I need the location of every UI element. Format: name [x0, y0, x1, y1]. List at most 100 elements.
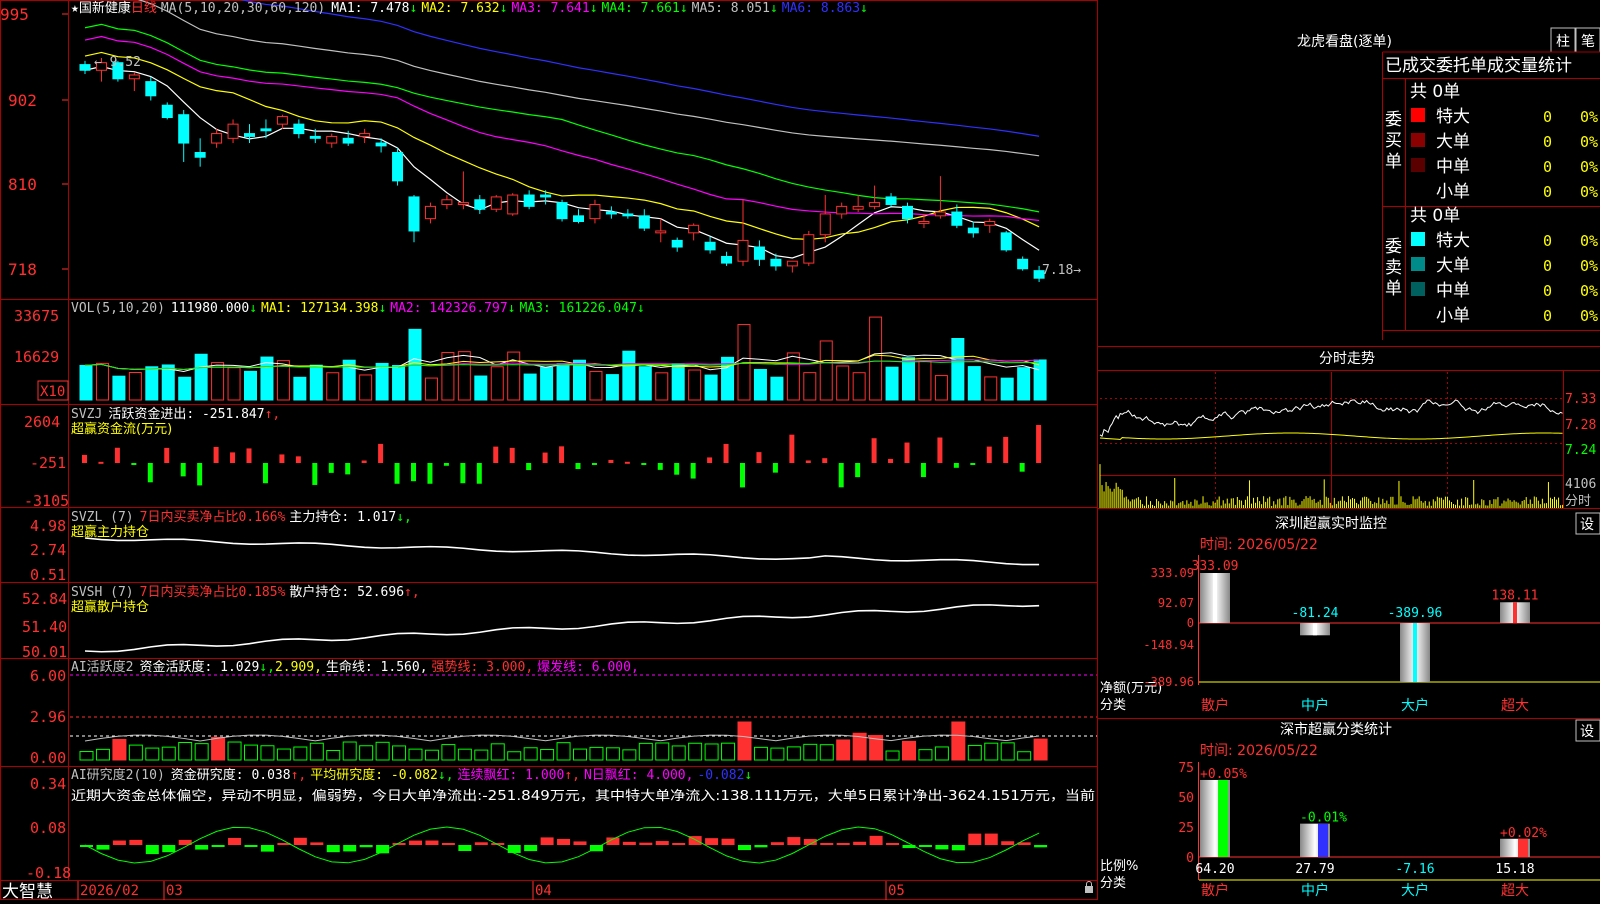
svzl-series [84, 537, 1040, 566]
ai-active-bar [951, 721, 966, 761]
dragon-tiger-panel[interactable]: 龙虎看盘(逐单) 柱 笔 已成交委托单成交量统计 委 买 单 共 0单 委 卖 … [1297, 27, 1600, 340]
svzl-y-tick: 2.74 [30, 541, 66, 559]
volume-bar [902, 357, 915, 401]
ai-research-bar [326, 845, 340, 853]
volume-bar [326, 372, 340, 401]
kline-pane[interactable]: 995 902 810 718 ← 9.52 7.18→ ★国新健康日线 MA(5… [0, 0, 1081, 282]
ai-research-bar [524, 845, 538, 852]
volume-bar [408, 328, 422, 401]
ai-active-bar [737, 721, 752, 761]
svzj-bar [723, 443, 729, 463]
candle-body [194, 152, 206, 158]
candle-body [573, 215, 584, 222]
ai-active-bar [622, 749, 637, 761]
tab-bar-label: 柱 [1556, 34, 1570, 50]
ai-active-pane[interactable]: 6.00 2.96 0.00 AI活跃度2 资金活跃度: 1.029↓,2.909… [30, 659, 1097, 767]
ai-research-bar [984, 833, 998, 845]
candle-body [902, 205, 913, 220]
ai-research-bar [935, 845, 949, 850]
candle-body [671, 239, 683, 248]
volume-bar [211, 362, 225, 401]
brand-logo: 大智慧 [2, 882, 53, 900]
ai-active-bar [671, 745, 686, 761]
svzj-bar [920, 463, 926, 478]
svzj-bar [213, 446, 219, 463]
svzl-pane[interactable]: 4.98 2.74 0.51 SVZL (7) 7日内买卖净占比0.166% 主力持… [30, 509, 1040, 584]
candle-body [803, 234, 815, 264]
candle-body [507, 194, 519, 215]
volume-pane[interactable]: 33675 16629 X10 VOL(5,10,20) 111980.000↓ M… [14, 301, 1047, 401]
svzj-bar [114, 447, 120, 463]
candle [852, 195, 864, 213]
ai-research-bar [458, 845, 472, 851]
ai-active-bar [145, 747, 160, 761]
intraday-vol-tick: 4106 [1565, 477, 1596, 492]
ai-active-bar [211, 736, 226, 761]
ai-research-metric3: 连续飘红: 1.000 [458, 767, 565, 783]
ai-research-bar [721, 838, 735, 845]
intraday-pane[interactable]: 分时走势 7.33 7.28 7.24 4106 分时 [1097, 346, 1600, 510]
realtime-monitor[interactable]: 深圳超赢实时监控 设 时间: 2026/05/22 净额(万元) 分类 333.… [1100, 512, 1600, 714]
candle-body [967, 227, 979, 234]
row-name: 特大 [1436, 107, 1470, 127]
candle [79, 60, 91, 75]
legend-swatch [1411, 108, 1425, 122]
ai-research-arrow2: ↓, [438, 768, 454, 783]
candle [490, 195, 502, 213]
ai-research-bar [310, 842, 324, 845]
volume-bar [507, 351, 521, 401]
volume-bar [753, 368, 767, 401]
ai-research-bar [474, 842, 488, 845]
ai-research-pane[interactable]: 0.34 0.08 -0.18 AI研究度2(10) 资金研究度: 0.038↑,… [26, 767, 1095, 882]
monitor-settings-label: 设 [1580, 517, 1594, 533]
volume-bar [967, 366, 981, 401]
ai-research-bar [112, 840, 126, 845]
classify-y-label: 比例% [1100, 859, 1138, 874]
candle [885, 193, 897, 207]
ai-active-bar [984, 742, 999, 761]
svsh-pane[interactable]: 52.84 51.40 50.01 SVSH (7) 7日内买卖净占比0.185%… [22, 584, 1040, 661]
candle-body [1017, 258, 1029, 270]
row-pct: 0% [1580, 158, 1598, 176]
intraday-price-tick: 7.28 [1565, 418, 1596, 433]
svzj-bar [180, 463, 186, 477]
candle [622, 209, 634, 219]
row-count: 0 [1543, 183, 1552, 201]
candle-body [161, 104, 173, 119]
ai-research-bar [622, 841, 636, 845]
dragon-title: 龙虎看盘(逐单) [1297, 33, 1392, 50]
volume-bar [161, 364, 175, 401]
ai-research-bar [787, 837, 801, 845]
ai-active-bar [934, 746, 949, 761]
svzj-pane[interactable]: 2604 -251 -3105 SVZJ 活跃资金进出: -251.847↑, 超… [24, 406, 1042, 510]
svzj-bar [476, 463, 482, 484]
ai-active-bar [885, 750, 900, 761]
candle [457, 171, 469, 210]
ai-active-bar [227, 741, 242, 761]
candle-body [984, 220, 996, 226]
candle [161, 102, 173, 120]
classification-stats[interactable]: 深市超赢分类统计 设 时间: 2026/05/22 比例% 分类 75 50 25 0… [1097, 718, 1600, 900]
svzj-bar [608, 459, 614, 463]
lock-icon[interactable] [1085, 886, 1093, 893]
volume-bar [655, 372, 669, 401]
svzj-bar [624, 461, 630, 464]
sell-total: 共 0单 [1410, 206, 1460, 226]
candle [836, 202, 848, 219]
monitor-value-label: -81.24 [1292, 606, 1339, 621]
svzj-bar [246, 448, 252, 463]
vol-y-tick: 33675 [14, 307, 59, 325]
sell-side-label: 委 卖 单 [1385, 237, 1407, 299]
volume-bar [392, 365, 406, 401]
candle [704, 236, 716, 254]
row-name: 小单 [1436, 182, 1470, 202]
candle-body [178, 114, 190, 144]
candle [737, 199, 749, 266]
monitor-time: 时间: 2026/05/22 [1200, 537, 1318, 553]
candle [244, 124, 255, 144]
ai-research-bar [853, 841, 867, 845]
volume-bar [424, 377, 438, 401]
volume-bar [309, 364, 323, 401]
ai-active-y-tick: 2.96 [30, 708, 66, 726]
ma6-arrow: ↓ [860, 1, 868, 16]
